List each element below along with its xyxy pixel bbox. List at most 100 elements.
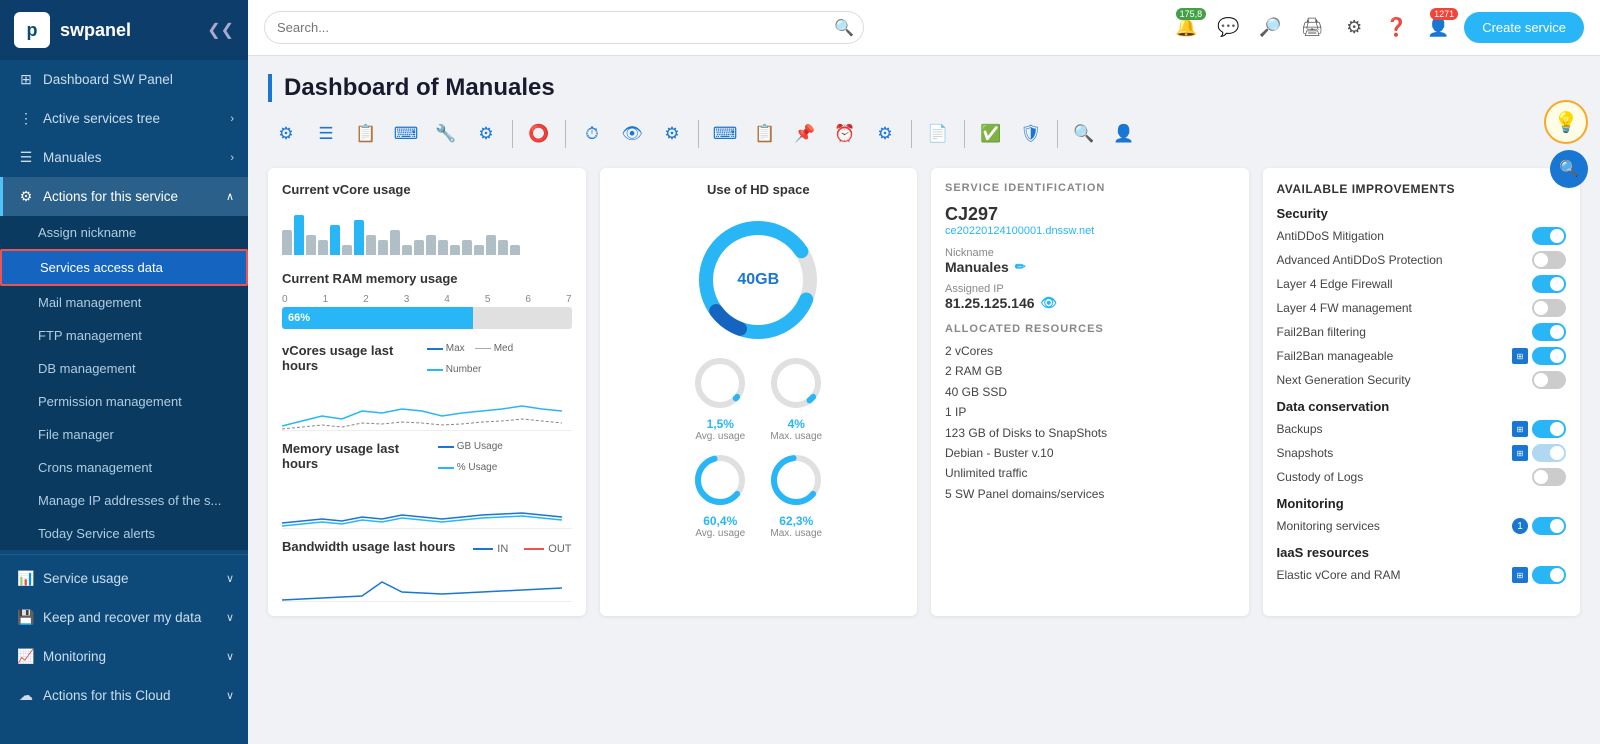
- layer4-fw-toggle[interactable]: [1532, 299, 1566, 317]
- snapshots-grid-icon[interactable]: ⊞: [1512, 445, 1528, 461]
- toolbar-icon-13[interactable]: ⏰: [827, 116, 863, 152]
- topbar-search2-icon[interactable]: 🔎: [1254, 12, 1286, 44]
- subitem-assign-nickname[interactable]: Assign nickname: [0, 216, 248, 249]
- layer4-fw-label: Layer 4 FW management: [1277, 301, 1412, 315]
- collapse-button[interactable]: ❮❮: [207, 20, 234, 40]
- sidebar-item-active-services[interactable]: ⋮ Active services tree ›: [0, 99, 248, 138]
- toolbar-icon-5[interactable]: ⚙: [468, 116, 504, 152]
- sidebar-item-dashboard[interactable]: ⊞ Dashboard SW Panel: [0, 60, 248, 99]
- subitem-services-access-data[interactable]: Services access data: [0, 249, 248, 286]
- toolbar-icon-18[interactable]: 🔍: [1066, 116, 1102, 152]
- topbar-settings-icon[interactable]: ⚙: [1338, 12, 1370, 44]
- snapshots-label: Snapshots: [1277, 446, 1334, 460]
- elastic-grid-icon[interactable]: ⊞: [1512, 567, 1528, 583]
- search-bubble[interactable]: 🔍: [1550, 150, 1588, 188]
- fail2ban-toggle[interactable]: [1532, 323, 1566, 341]
- hint-bulb-bubble[interactable]: 💡: [1544, 100, 1588, 144]
- sidebar-item-monitoring[interactable]: 📈 Monitoring ∨: [0, 637, 248, 676]
- toolbar-icon-14[interactable]: ⚙: [867, 116, 903, 152]
- antiddos-toggle[interactable]: [1532, 227, 1566, 245]
- toolbar-icon-7[interactable]: ⏱: [574, 116, 610, 152]
- backups-grid-icon[interactable]: ⊞: [1512, 421, 1528, 437]
- toolbar-icon-15[interactable]: 📄: [920, 116, 956, 152]
- service-identification-card: SERVICE IDENTIFICATION CJ297 ce202201241…: [931, 168, 1249, 616]
- vcore-bar: [498, 240, 508, 255]
- sidebar-item-keep-recover[interactable]: 💾 Keep and recover my data ∨: [0, 598, 248, 637]
- topbar-user-icon[interactable]: 👤 1271: [1422, 12, 1454, 44]
- toolbar-icon-2[interactable]: 📋: [348, 116, 384, 152]
- sidebar-label-actions-cloud: Actions for this Cloud: [43, 688, 171, 703]
- search-input[interactable]: [264, 11, 864, 44]
- small-donut-max: 4% Max. usage: [766, 353, 826, 442]
- toolbar-separator-3: [698, 120, 699, 148]
- advanced-ddos-toggle-wrap: [1532, 251, 1566, 269]
- topbar-messages-icon[interactable]: 💬: [1212, 12, 1244, 44]
- custody-toggle-wrap: [1532, 468, 1566, 486]
- toolbar-icon-0[interactable]: ⚙: [268, 116, 304, 152]
- topbar-help-icon[interactable]: ❓: [1380, 12, 1412, 44]
- bandwidth-title: Bandwidth usage last hours: [282, 539, 455, 554]
- toolbar-icon-16[interactable]: ✅: [973, 116, 1009, 152]
- avail-row-advanced-ddos: Advanced AntiDDoS Protection: [1277, 251, 1567, 269]
- vcore-bar: [342, 245, 352, 255]
- snapshots-toggle[interactable]: [1532, 444, 1566, 462]
- toolbar-icon-12[interactable]: 📌: [787, 116, 823, 152]
- monitoring-svc-label: Monitoring services: [1277, 519, 1380, 533]
- sidebar-item-manuales[interactable]: ☰ Manuales ›: [0, 138, 248, 177]
- avail-row-layer4-fw: Layer 4 FW management: [1277, 299, 1567, 317]
- toolbar-icon-6[interactable]: ⭕: [521, 116, 557, 152]
- toolbar-icon-8[interactable]: 👁: [614, 116, 650, 152]
- avail-row-fail2ban: Fail2Ban filtering: [1277, 323, 1567, 341]
- memory-last-chart: [282, 479, 572, 529]
- toolbar-icon-11[interactable]: 📋: [747, 116, 783, 152]
- topbar: 🔍 🔔 175,8 💬 🔎 🖨 ⚙ ❓ 👤 1271 Create servic…: [248, 0, 1600, 56]
- monitoring-svc-toggle[interactable]: [1532, 517, 1566, 535]
- subitem-mail-management[interactable]: Mail management: [0, 286, 248, 319]
- view-ip-icon[interactable]: 👁: [1041, 295, 1058, 311]
- sidebar-item-service-usage[interactable]: 📊 Service usage ∨: [0, 559, 248, 598]
- active-services-icon: ⋮: [17, 110, 35, 127]
- subitem-ftp-management[interactable]: FTP management: [0, 319, 248, 352]
- fail2ban-mgmt-grid-icon[interactable]: ⊞: [1512, 348, 1528, 364]
- toolbar-icon-3[interactable]: ⌨: [388, 116, 424, 152]
- nextgen-toggle[interactable]: [1532, 371, 1566, 389]
- memory-svg: [282, 479, 572, 529]
- ram-fill-label: 66%: [288, 312, 310, 324]
- hd-space-card: Use of HD space 40GB: [600, 168, 918, 616]
- backups-label: Backups: [1277, 422, 1323, 436]
- subitem-crons-management[interactable]: Crons management: [0, 451, 248, 484]
- subitem-file-manager[interactable]: File manager: [0, 418, 248, 451]
- topbar-notifications-icon[interactable]: 🔔 175,8: [1170, 12, 1202, 44]
- topbar-printer-icon[interactable]: 🖨: [1296, 12, 1328, 44]
- subitem-today-alerts[interactable]: Today Service alerts: [0, 517, 248, 550]
- fail2ban-toggle-wrap: [1532, 323, 1566, 341]
- sidebar-label-keep-recover: Keep and recover my data: [43, 610, 201, 625]
- subitem-permission-management[interactable]: Permission management: [0, 385, 248, 418]
- custody-label: Custody of Logs: [1277, 470, 1364, 484]
- toolbar-icon-17[interactable]: 🛡: [1013, 116, 1049, 152]
- toolbar-icon-19[interactable]: 👤: [1106, 116, 1142, 152]
- sidebar-label-service-usage: Service usage: [43, 571, 129, 586]
- subitem-manage-ip[interactable]: Manage IP addresses of the s...: [0, 484, 248, 517]
- toolbar-icon-9[interactable]: ⚙: [654, 116, 690, 152]
- backups-toggle[interactable]: [1532, 420, 1566, 438]
- edit-nickname-icon[interactable]: ✏: [1015, 259, 1026, 275]
- advanced-ddos-toggle[interactable]: [1532, 251, 1566, 269]
- toolbar-icon-4[interactable]: 🔧: [428, 116, 464, 152]
- fail2ban-mgmt-toggle[interactable]: [1532, 347, 1566, 365]
- sidebar-item-actions-cloud[interactable]: ☁ Actions for this Cloud ∨: [0, 676, 248, 715]
- elastic-toggle[interactable]: [1532, 566, 1566, 584]
- layer4-edge-toggle[interactable]: [1532, 275, 1566, 293]
- toolbar-icon-10[interactable]: ⌨: [707, 116, 743, 152]
- sidebar-item-actions-service[interactable]: ⚙ Actions for this service ∧: [0, 177, 248, 216]
- fail2ban-mgmt-toggle-wrap: ⊞: [1512, 347, 1566, 365]
- custody-toggle[interactable]: [1532, 468, 1566, 486]
- small-donut-avg: 1,5% Avg. usage: [690, 353, 750, 442]
- max2-label: 62,3%: [779, 514, 813, 528]
- subitem-db-management[interactable]: DB management: [0, 352, 248, 385]
- small-donuts-row1: 1,5% Avg. usage 4% Max. usage: [690, 353, 826, 442]
- layer4-edge-toggle-wrap: [1532, 275, 1566, 293]
- subitem-label-services-access-data: Services access data: [40, 260, 163, 275]
- create-service-button[interactable]: Create service: [1464, 12, 1584, 43]
- toolbar-icon-1[interactable]: ☰: [308, 116, 344, 152]
